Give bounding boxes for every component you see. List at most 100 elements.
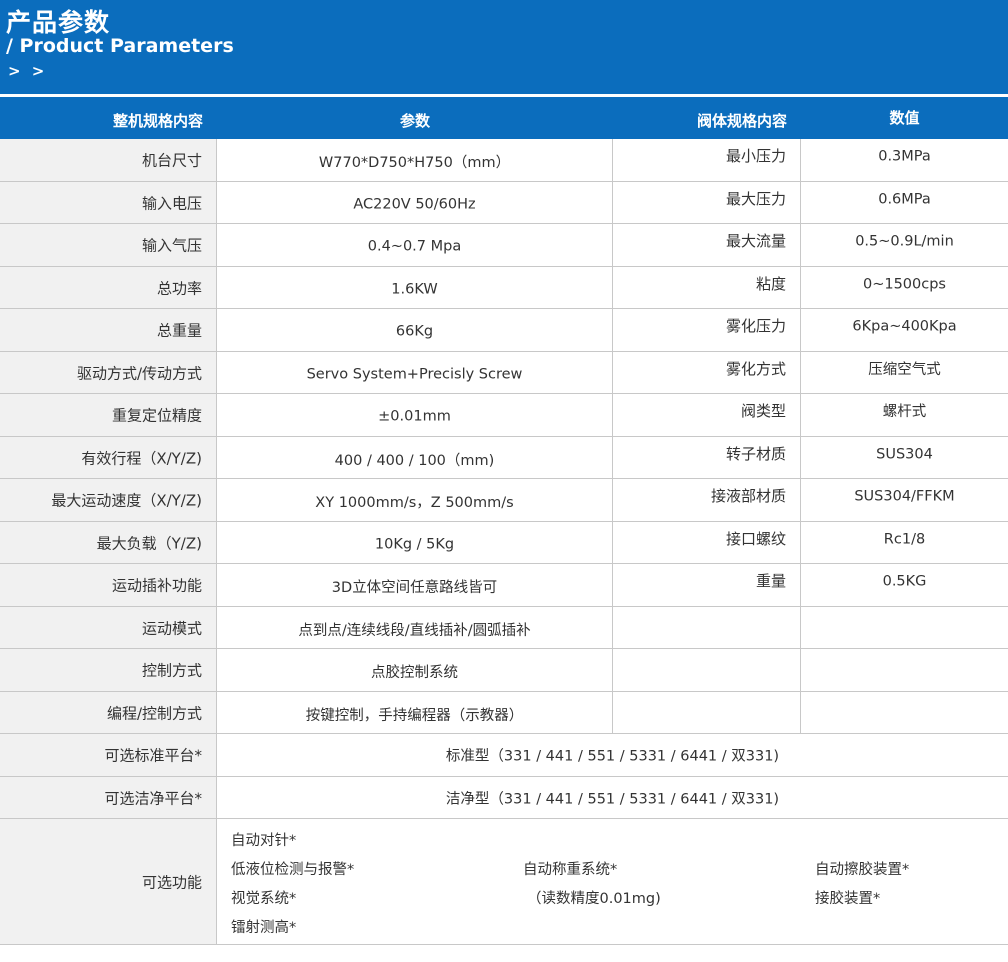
spec-name-cell: 输入电压 [0, 182, 217, 223]
valve-spec-value: 6Kpa~400Kpa [852, 318, 957, 335]
valve-name-cell: 最大压力 [613, 182, 801, 223]
spec-value: XY 1000mm/s，Z 500mm/s [315, 495, 514, 512]
spec-value-cell: 10Kg / 5Kg [217, 522, 613, 563]
spec-name: 编程/控制方式 [106, 704, 202, 722]
column-header-value: 数值 [889, 109, 920, 127]
valve-name-cell: 转子材质 [613, 437, 801, 478]
table-row: 驱动方式/传动方式 Servo System+Precisly Screw 雾化方式… [0, 352, 1008, 394]
valve-name-cell: 接液部材质 [613, 479, 801, 521]
spec-value: Servo System+Precisly Screw [306, 365, 523, 382]
spec-name-cell: 最大运动速度（X/Y/Z) [0, 479, 217, 521]
optional-feature: 接胶装置* [815, 891, 881, 907]
valve-value-cell [801, 692, 1008, 733]
valve-spec-value: 0.6MPa [878, 190, 931, 207]
spec-value-cell: 标准型（331 / 441 / 551 / 5331 / 6441 / 双331… [217, 734, 1008, 776]
valve-value-cell: 0.5KG [801, 564, 1008, 606]
column-header-valve-spec: 阀体规格内容 [696, 112, 787, 130]
spec-value-cell: AC220V 50/60Hz [217, 182, 613, 223]
page-subtitle: / Product Parameters [6, 35, 234, 57]
spec-name-cell: 重复定位精度 [0, 394, 217, 436]
valve-spec-name: 阀类型 [740, 401, 786, 420]
table-row: 控制方式 点胶控制系统 [0, 649, 1008, 692]
spec-value: ±0.01mm [378, 408, 451, 425]
table-row: 输入电压 AC220V 50/60Hz 最大压力 0.6MPa [0, 182, 1008, 224]
spec-name-cell: 有效行程（X/Y/Z) [0, 437, 217, 478]
spec-value-cell: 66Kg [217, 309, 613, 351]
spec-value: 洁净型（331 / 441 / 551 / 5331 / 6441 / 双331… [445, 791, 780, 807]
valve-spec-value: 0.5~0.9L/min [855, 233, 954, 250]
spec-value: 点胶控制系统 [371, 665, 458, 682]
table-row: 总重量 66Kg 雾化压力 6Kpa~400Kpa [0, 309, 1008, 352]
spec-value: 0.4~0.7 Mpa [367, 238, 462, 255]
valve-spec-name: 转子材质 [725, 444, 786, 463]
spec-name-cell: 可选标准平台* [0, 734, 217, 776]
table-row: 总功率 1.6KW 粘度 0~1500cps [0, 267, 1008, 309]
optional-feature: 低液位检测与报警* [231, 862, 355, 878]
spec-name: 有效行程（X/Y/Z) [81, 449, 202, 467]
spec-value-cell: W770*D750*H750（mm） [217, 139, 613, 181]
spec-value: 标准型（331 / 441 / 551 / 5331 / 6441 / 双331… [445, 748, 780, 765]
spec-name: 总重量 [156, 321, 202, 340]
spec-value-cell: XY 1000mm/s，Z 500mm/s [217, 479, 613, 521]
valve-name-cell: 最大流量 [613, 224, 801, 266]
spec-value-cell: 点胶控制系统 [217, 649, 613, 691]
table-row: 运动插补功能 3D立体空间任意路线皆可 重量 0.5KG [0, 564, 1008, 607]
spec-name: 可选洁净平台* [104, 789, 202, 807]
spec-name-cell: 编程/控制方式 [0, 692, 217, 733]
spec-value: 1.6KW [391, 280, 438, 297]
spec-name-cell: 总功率 [0, 267, 217, 308]
spec-name-cell: 运动插补功能 [0, 564, 217, 606]
valve-spec-value: 0.5KG [882, 573, 927, 590]
valve-name-cell: 最小压力 [613, 139, 801, 181]
valve-name-cell: 雾化方式 [613, 352, 801, 393]
spec-value: 按键控制，手持编程器（示教器） [305, 707, 524, 724]
valve-value-cell: 压缩空气式 [801, 352, 1008, 393]
spec-value-cell: 0.4~0.7 Mpa [217, 224, 613, 266]
table-row: 最大运动速度（X/Y/Z) XY 1000mm/s，Z 500mm/s 接液部材质 S… [0, 479, 1008, 522]
valve-name-cell [613, 607, 801, 648]
table-row: 重复定位精度 ±0.01mm 阀类型 螺杆式 [0, 394, 1008, 437]
spec-name: 可选标准平台* [104, 746, 202, 765]
spec-value: 400 / 400 / 100（mm) [334, 452, 495, 469]
valve-value-cell: 6Kpa~400Kpa [801, 309, 1008, 351]
valve-spec-value: SUS304 [876, 445, 933, 462]
spec-name: 重复定位精度 [111, 406, 202, 425]
valve-value-cell: 0.6MPa [801, 182, 1008, 223]
spec-name: 运动插补功能 [111, 576, 202, 595]
arrows-decoration: > > [8, 62, 48, 80]
spec-value-cell: 1.6KW [217, 267, 613, 308]
spec-name: 可选功能 [141, 873, 202, 891]
spec-name-cell: 控制方式 [0, 649, 217, 691]
title-banner: 产品参数 / Product Parameters > > [0, 0, 1008, 94]
spec-value-cell: 洁净型（331 / 441 / 551 / 5331 / 6441 / 双331… [217, 777, 1008, 818]
valve-name-cell: 粘度 [613, 267, 801, 308]
table-row-wide: 可选标准平台* 标准型（331 / 441 / 551 / 5331 / 6441… [0, 734, 1008, 777]
spec-name: 驱动方式/传动方式 [76, 364, 202, 382]
valve-value-cell: 0.5~0.9L/min [801, 224, 1008, 266]
valve-spec-name: 接口螺纹 [725, 529, 786, 548]
optional-feature: （读数精度0.01mg) [527, 891, 661, 907]
valve-value-cell [801, 607, 1008, 648]
spec-name-cell: 驱动方式/传动方式 [0, 352, 217, 393]
table-row-wide: 可选洁净平台* 洁净型（331 / 441 / 551 / 5331 / 6441… [0, 777, 1008, 819]
optional-feature: 自动对针* [231, 833, 297, 849]
page-title: 产品参数 [6, 8, 111, 37]
valve-spec-value: SUS304/FFKM [854, 488, 955, 505]
valve-name-cell: 阀类型 [613, 394, 801, 436]
spec-name: 输入电压 [141, 194, 202, 212]
spec-name: 控制方式 [141, 661, 202, 680]
table-row: 机台尺寸 W770*D750*H750（mm） 最小压力 0.3MPa [0, 139, 1008, 182]
spec-value-cell: Servo System+Precisly Screw [217, 352, 613, 393]
spec-name: 最大负载（Y/Z) [96, 534, 202, 552]
table-header: 整机规格内容 参数 阀体规格内容 数值 [0, 97, 1008, 139]
spec-name: 运动模式 [141, 619, 202, 637]
table-row: 有效行程（X/Y/Z) 400 / 400 / 100（mm) 转子材质 SUS304 [0, 437, 1008, 479]
spec-value: 3D立体空间任意路线皆可 [331, 580, 498, 597]
valve-spec-name: 重量 [755, 571, 786, 590]
valve-name-cell: 接口螺纹 [613, 522, 801, 563]
valve-name-cell [613, 649, 801, 691]
valve-value-cell [801, 649, 1008, 691]
spec-name-cell: 运动模式 [0, 607, 217, 648]
spec-value-cell: 3D立体空间任意路线皆可 [217, 564, 613, 606]
valve-spec-name: 最大流量 [725, 231, 786, 250]
